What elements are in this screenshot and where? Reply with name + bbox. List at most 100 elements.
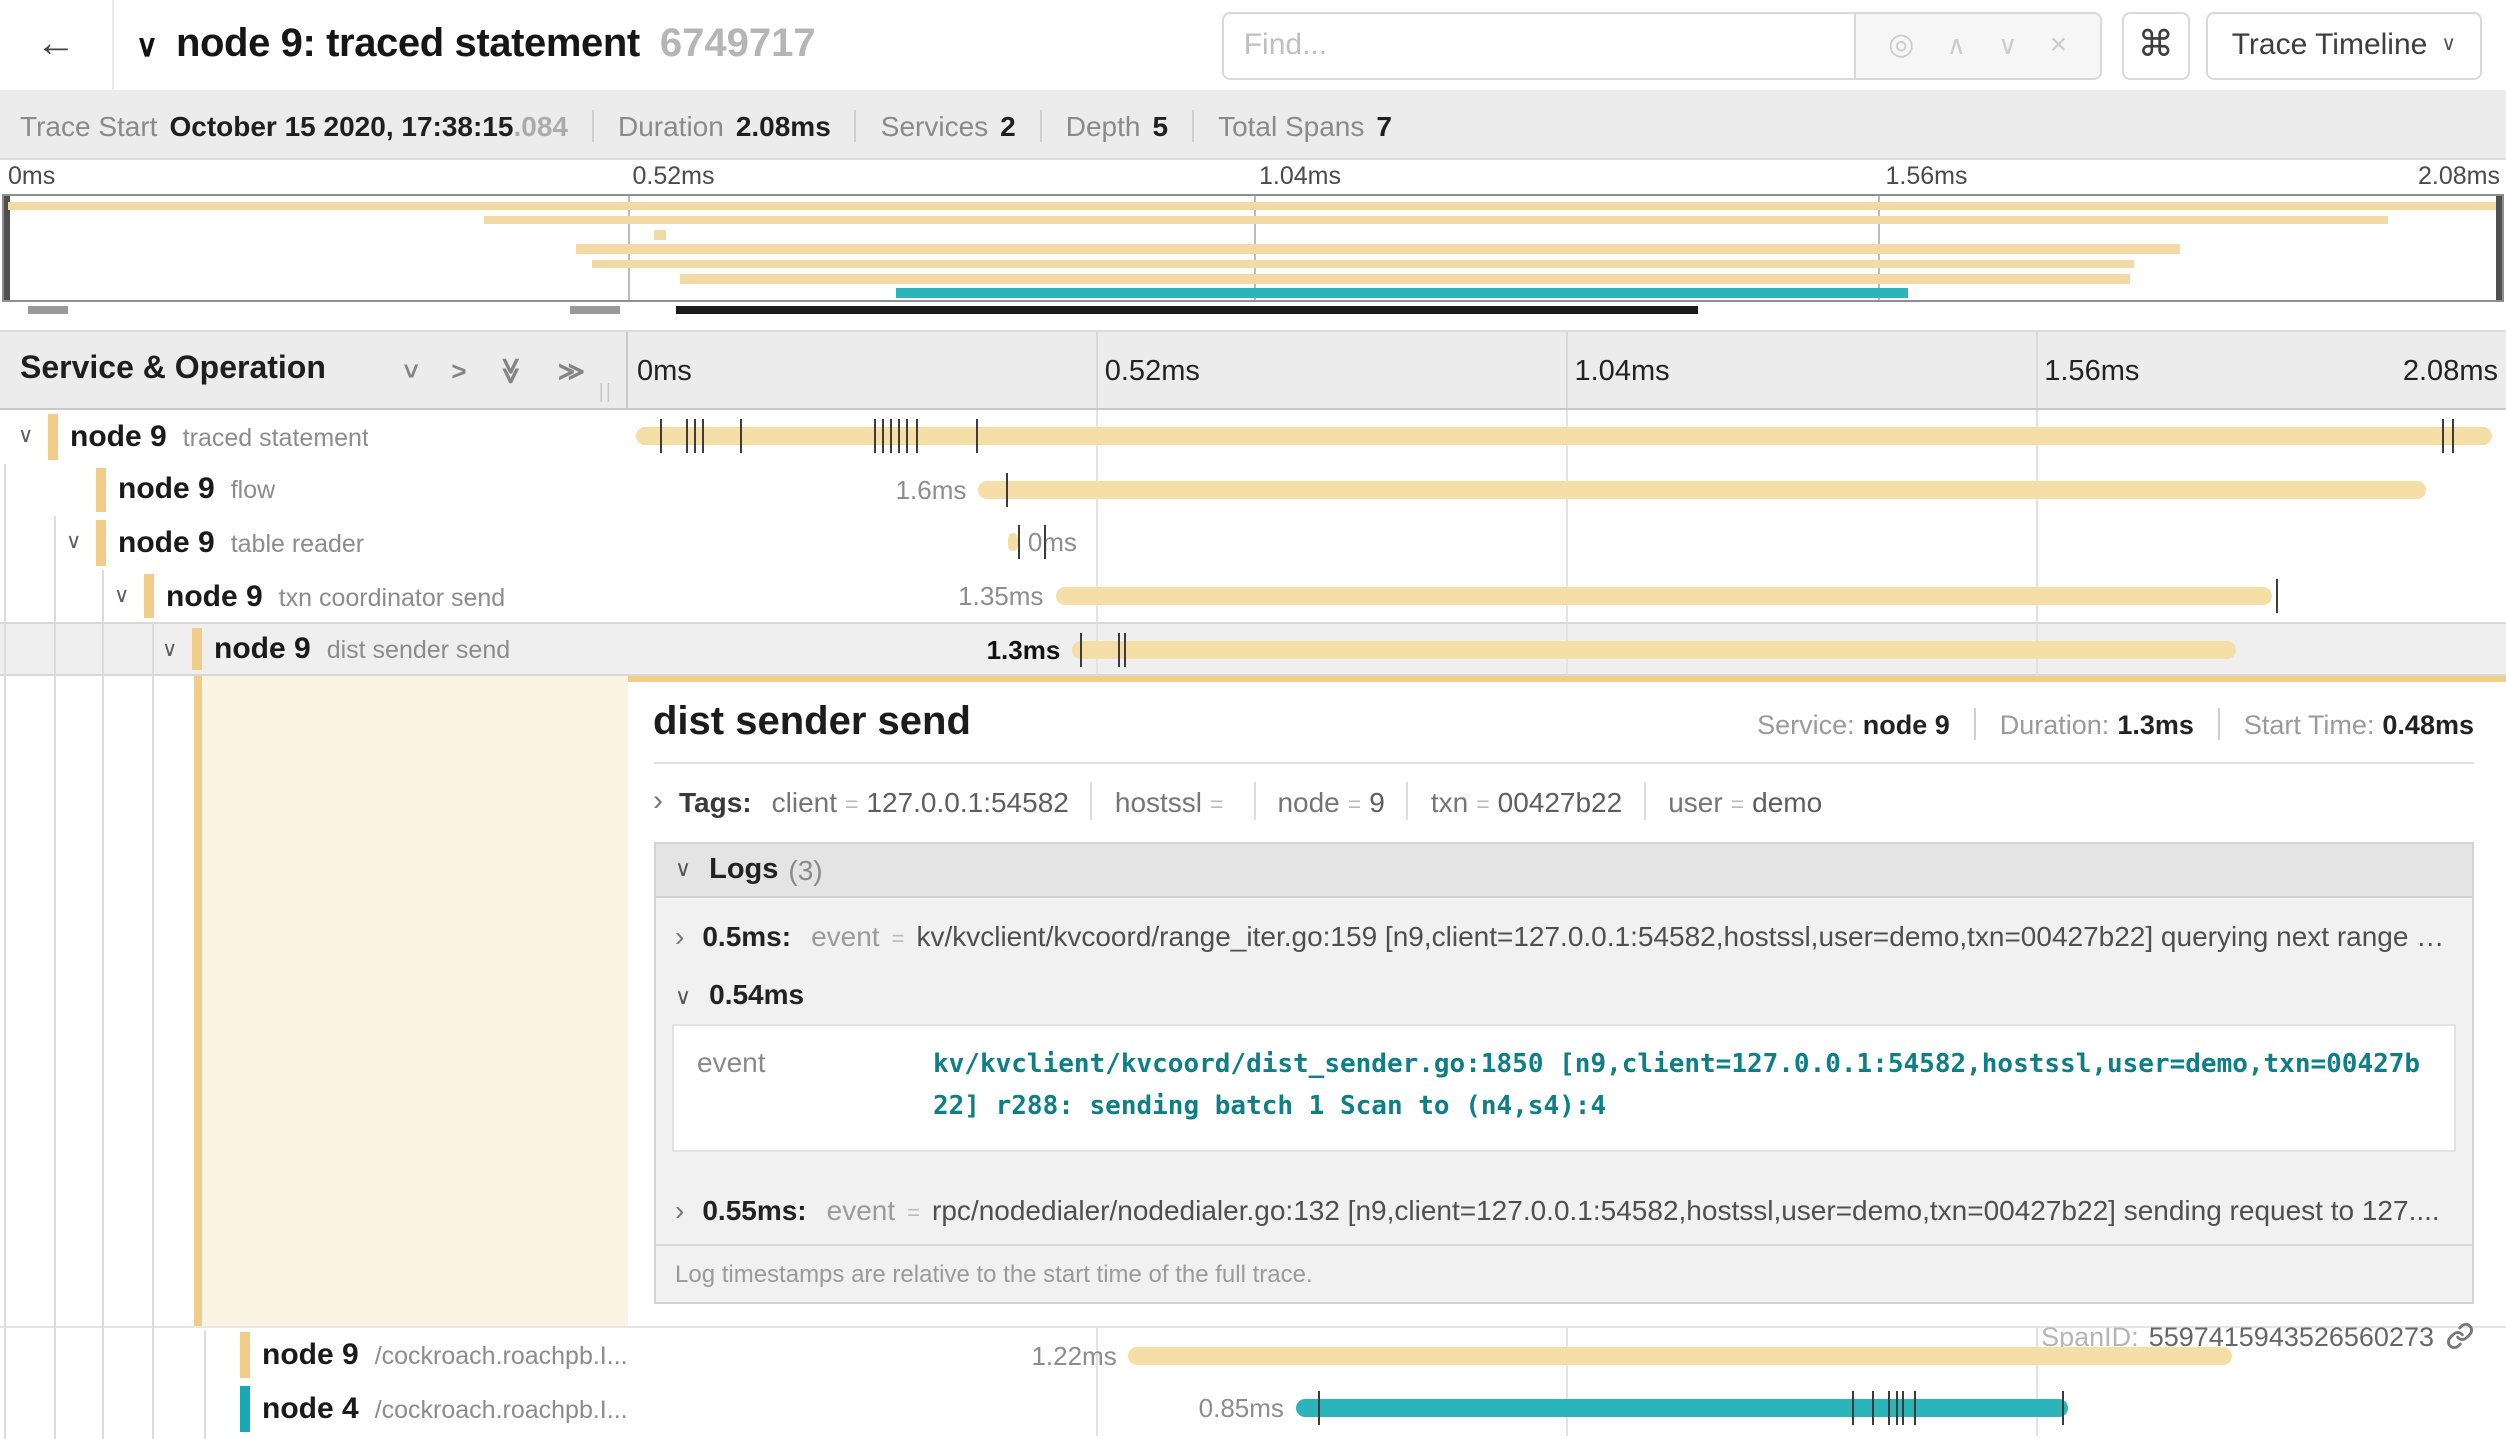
span-row[interactable]: ∨node 9txn coordinator send1.35ms — [0, 570, 2506, 623]
collapse-logs-icon[interactable]: ∨ — [675, 857, 691, 883]
equals-sign: = — [892, 928, 905, 952]
divider — [855, 109, 857, 141]
minimap-scrubber[interactable] — [2, 306, 2504, 314]
keyboard-shortcuts-button[interactable]: ⌘ — [2122, 11, 2190, 79]
span-bar[interactable] — [1129, 1347, 2232, 1365]
span-bar-cell[interactable]: 0ms — [627, 516, 2506, 569]
collapse-span-icon[interactable]: ∨ — [162, 637, 177, 661]
tag-item: txn=00427b22 — [1431, 786, 1622, 818]
span-bar[interactable] — [1072, 640, 2235, 658]
span-name-cell[interactable]: node 4/cockroach.roachpb.I... — [0, 1382, 627, 1435]
span-bar-cell[interactable]: 1.35ms — [627, 570, 2506, 623]
span-name-cell[interactable]: node 9flow — [0, 463, 627, 516]
span-name-cell[interactable]: ∨node 9table reader — [0, 516, 627, 569]
span-duration-label: 1.22ms — [1031, 1341, 1116, 1371]
services-value: 2 — [1000, 109, 1016, 141]
span-bar[interactable] — [1296, 1400, 2068, 1418]
log-event-card: event kv/kvclient/kvcoord/dist_sender.go… — [671, 1024, 2456, 1151]
collapse-all-icon[interactable]: ≫ — [499, 356, 525, 383]
collapse-span-icon[interactable]: ∨ — [18, 425, 33, 449]
back-button[interactable]: ← — [0, 0, 114, 90]
span-row[interactable]: node 9flow1.6ms — [0, 463, 2506, 516]
span-bar[interactable] — [636, 428, 2492, 446]
span-bar[interactable] — [1055, 587, 2271, 605]
collapse-log-icon[interactable]: ∨ — [675, 984, 691, 1010]
clear-search-icon[interactable]: × — [2050, 30, 2068, 60]
span-bar-cell[interactable] — [627, 410, 2506, 463]
span-row[interactable]: node 9/cockroach.roachpb.I... 1.22ms — [0, 1329, 2506, 1382]
expand-log-icon[interactable]: › — [675, 920, 684, 952]
service-color-bar — [144, 574, 153, 619]
expand-tags-icon[interactable]: › — [653, 785, 663, 819]
trace-minimap: 0ms 0.52ms 1.04ms 1.56ms 2.08ms — [0, 160, 2506, 330]
chevron-down-icon: ∨ — [2441, 34, 2456, 56]
tags-list: client=127.0.0.1:54582hostssl=node=9txn=… — [772, 783, 1823, 821]
service-name: node 4 — [262, 1392, 359, 1426]
ruler-tick: 0ms — [637, 332, 692, 412]
ruler-tick: 2.08ms — [2403, 332, 2498, 412]
minimap-left-handle[interactable] — [4, 196, 10, 300]
span-row[interactable]: node 4/cockroach.roachpb.I... 0.85ms — [0, 1382, 2506, 1435]
collapse-span-icon[interactable]: ∨ — [66, 531, 81, 555]
span-row[interactable]: ∨node 9dist sender send 1.3ms — [0, 623, 2506, 676]
span-bar-cell[interactable]: 1.22ms — [627, 1329, 2506, 1382]
span-name-cell[interactable]: ∨node 9traced statement — [0, 410, 627, 463]
minimap-scrubber-segment[interactable] — [27, 306, 67, 314]
collapse-one-icon[interactable]: > — [399, 362, 425, 377]
span-rows-bottom: node 9/cockroach.roachpb.I...1.22msnode … — [0, 1329, 2506, 1435]
divider — [1407, 783, 1409, 821]
divider — [1040, 109, 1042, 141]
span-bar[interactable] — [978, 481, 2425, 499]
collapse-trace-header-icon[interactable]: ∨ — [136, 28, 158, 64]
trace-timeline-page: ← ∨ node 9: traced statement 6749717 ◎ ∧… — [0, 0, 2506, 1439]
log-entry-expanded-header[interactable]: ∨ 0.54ms — [655, 970, 2472, 1010]
span-name-cell[interactable]: node 9/cockroach.roachpb.I... — [0, 1329, 627, 1382]
span-duration-label: 0.85ms — [1199, 1394, 1284, 1424]
logs-header[interactable]: ∨ Logs (3) — [655, 844, 2472, 898]
expand-one-icon[interactable]: > — [451, 357, 466, 383]
log-marker — [890, 420, 892, 454]
span-name-cell[interactable]: ∨node 9dist sender send — [0, 625, 627, 674]
log-marker — [916, 420, 918, 454]
log-entry[interactable]: › 0.55ms: event = rpc/nodedialer/nodedia… — [655, 1175, 2472, 1243]
span-row[interactable]: ∨node 9traced statement — [0, 410, 2506, 463]
next-match-icon[interactable]: ∨ — [1998, 32, 2017, 58]
minimap-canvas[interactable] — [2, 194, 2504, 302]
minimap-tick: 1.04ms — [1259, 162, 1341, 190]
span-row[interactable]: ∨node 9table reader0ms — [0, 516, 2506, 569]
tags-row[interactable]: › Tags: client=127.0.0.1:54582hostssl=no… — [653, 778, 2474, 826]
log-marker — [1125, 632, 1127, 666]
minimap-right-handle[interactable] — [2496, 196, 2502, 300]
prev-match-icon[interactable]: ∧ — [1947, 32, 1966, 58]
span-duration-label: 1.3ms — [987, 634, 1061, 664]
ruler-tick: 1.04ms — [1575, 332, 1670, 412]
span-bar-cell[interactable]: 0.85ms — [627, 1382, 2506, 1435]
span-bar[interactable] — [1008, 534, 1017, 552]
log-marker — [1007, 473, 1009, 507]
find-input[interactable] — [1222, 11, 1856, 79]
span-bar-cell[interactable]: 1.6ms — [627, 463, 2506, 516]
span-name-cell[interactable]: ∨node 9txn coordinator send — [0, 570, 627, 623]
ruler-grid — [627, 332, 2506, 408]
minimap-span-bar — [484, 216, 2387, 225]
trace-view-selector[interactable]: Trace Timeline ∨ — [2206, 11, 2482, 79]
back-arrow-icon: ← — [36, 22, 76, 68]
log-marker — [1318, 1392, 1320, 1426]
span-bar-cell[interactable]: 1.3ms — [627, 625, 2506, 674]
match-locate-icon[interactable]: ◎ — [1888, 30, 1914, 60]
expand-all-icon[interactable]: ≫ — [558, 357, 585, 383]
minimap-scrubber-segment[interactable] — [675, 306, 1698, 314]
column-resizer-handle[interactable]: || — [599, 382, 613, 404]
tag-item: user=demo — [1668, 786, 1822, 818]
minimap-scrubber-segment[interactable] — [570, 306, 620, 314]
duration-label: Duration — [618, 109, 724, 141]
service-name: node 9 — [166, 579, 263, 613]
start-time-label: Start Time: — [2244, 710, 2375, 740]
log-marker — [2452, 420, 2454, 454]
log-marker — [898, 420, 900, 454]
log-marker — [1080, 632, 1082, 666]
span-meta: Service: node 9 Duration: 1.3ms Start Ti… — [1757, 709, 2474, 741]
log-entry[interactable]: › 0.5ms: event = kv/kvclient/kvcoord/ran… — [655, 898, 2472, 970]
expand-log-icon[interactable]: › — [675, 1193, 684, 1225]
collapse-span-icon[interactable]: ∨ — [114, 584, 129, 608]
